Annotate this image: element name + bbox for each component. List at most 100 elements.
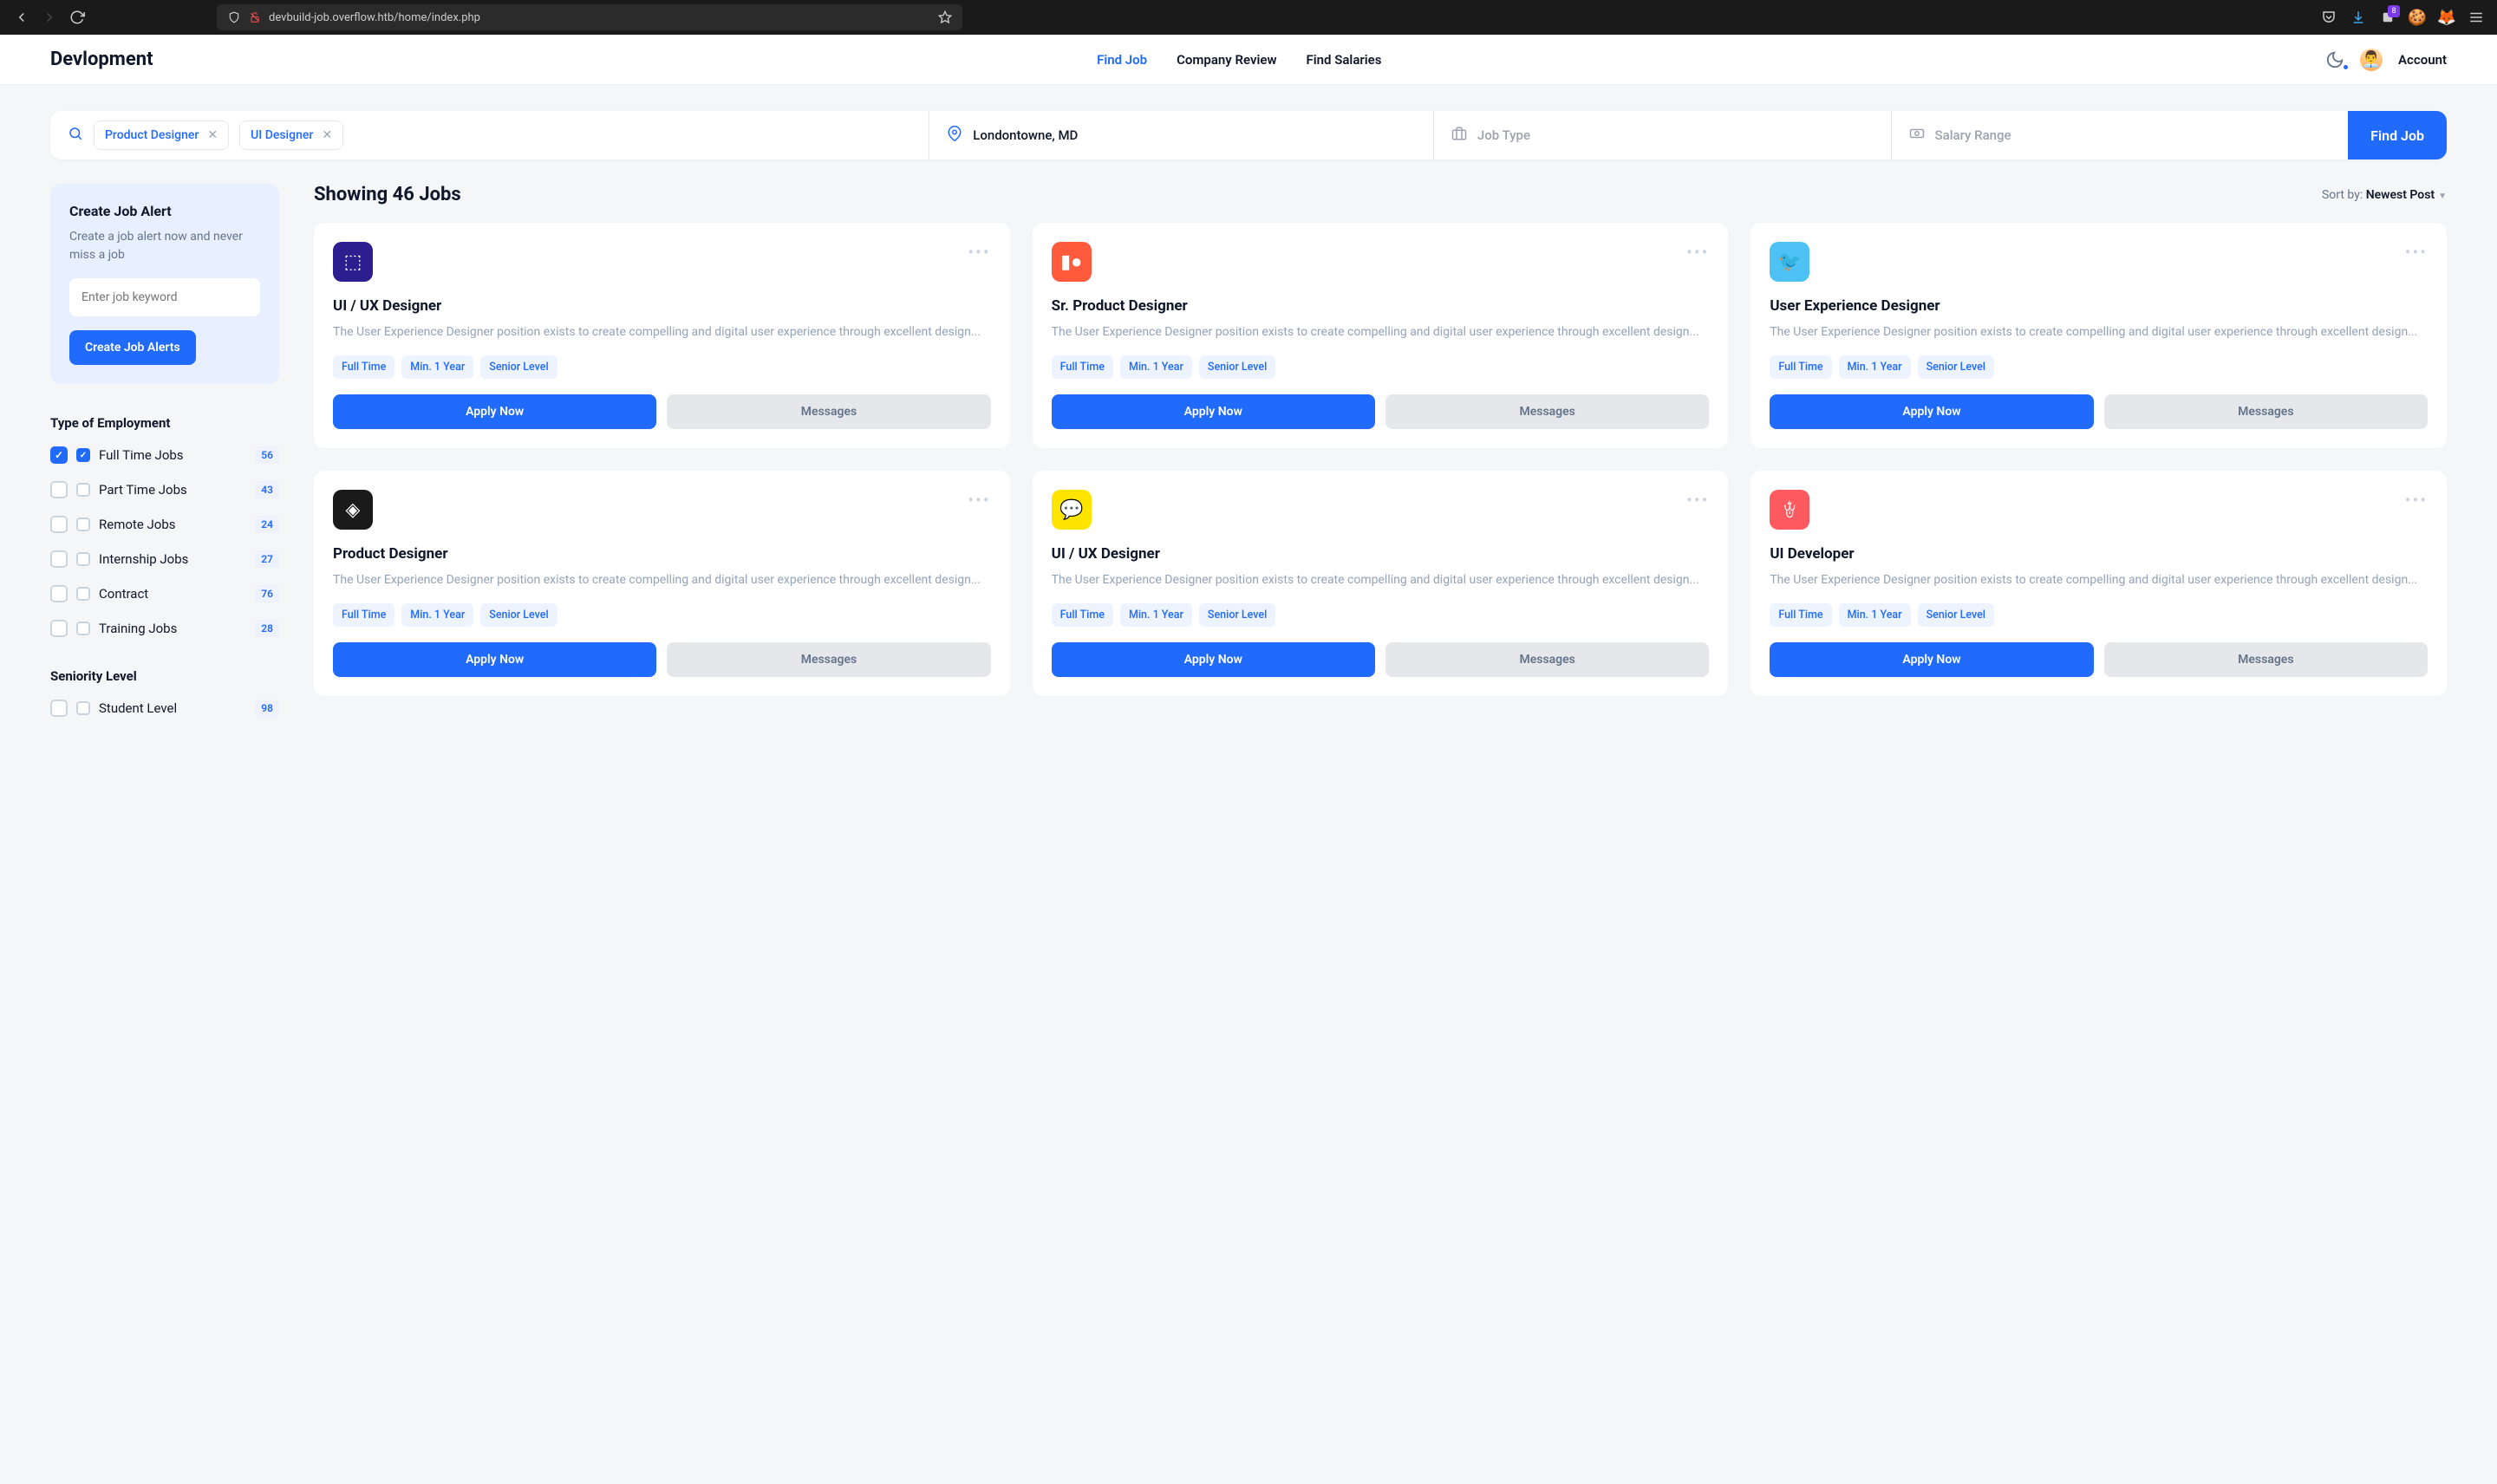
filter-row[interactable]: Part Time Jobs43 (50, 481, 279, 498)
checkbox-outer[interactable] (50, 700, 68, 717)
site-header: Devlopment Find Job Company Review Find … (0, 35, 2497, 85)
card-menu-icon[interactable]: ••• (2405, 242, 2428, 263)
card-menu-icon[interactable]: ••• (1686, 490, 1709, 511)
filter-label: Remote Jobs (99, 517, 246, 532)
job-description: The User Experience Designer position ex… (1770, 323, 2428, 342)
briefcase-icon (1451, 126, 1467, 145)
job-tag: Senior Level (1918, 603, 1994, 627)
company-icon: ꄃ (1770, 490, 1809, 530)
apply-button[interactable]: Apply Now (1052, 394, 1375, 429)
nav-company-review[interactable]: Company Review (1177, 52, 1276, 68)
checkbox-outer[interactable] (50, 481, 68, 498)
chrome-right: 8 🍪 🦊 (2320, 9, 2485, 26)
dark-mode-toggle[interactable] (2325, 50, 2344, 69)
job-title: UI Developer (1770, 545, 2428, 563)
job-tag-row: Full TimeMin. 1 YearSenior Level (1052, 355, 1710, 379)
search-tag-label: Product Designer (105, 128, 199, 142)
sort-value: Newest Post (2366, 188, 2435, 202)
apply-button[interactable]: Apply Now (333, 394, 656, 429)
results-header: Showing 46 Jobs Sort by: Newest Post▼ (314, 184, 2447, 205)
url-bar[interactable]: devbuild-job.overflow.htb/home/index.php (217, 4, 962, 30)
apply-button[interactable]: Apply Now (333, 642, 656, 677)
button-row: Apply Now Messages (1052, 642, 1710, 677)
download-icon[interactable] (2350, 9, 2367, 26)
search-jobtype-segment[interactable]: Job Type (1434, 111, 1892, 159)
card-menu-icon[interactable]: ••• (1686, 242, 1709, 263)
site-logo[interactable]: Devlopment (50, 49, 153, 70)
messages-button[interactable]: Messages (667, 642, 990, 677)
hamburger-menu-icon[interactable] (2468, 9, 2485, 26)
card-menu-icon[interactable]: ••• (2405, 490, 2428, 511)
create-alert-button[interactable]: Create Job Alerts (69, 330, 196, 365)
job-tag: Full Time (1052, 603, 1113, 627)
checkbox-inner[interactable] (76, 448, 90, 462)
checkbox-outer[interactable] (50, 516, 68, 533)
filter-count: 24 (255, 516, 279, 533)
search-tag[interactable]: UI Designer ✕ (239, 120, 343, 150)
bookmark-star-icon[interactable] (938, 10, 952, 24)
back-button[interactable] (12, 8, 31, 27)
filter-count: 43 (255, 481, 279, 498)
card-menu-icon[interactable]: ••• (968, 242, 990, 263)
filter-count: 76 (255, 585, 279, 602)
reload-button[interactable] (68, 8, 87, 27)
apply-button[interactable]: Apply Now (1770, 394, 2093, 429)
filter-row[interactable]: Student Level98 (50, 700, 279, 717)
job-tag: Min. 1 Year (1839, 603, 1911, 627)
filter-count: 28 (255, 620, 279, 637)
apply-button[interactable]: Apply Now (1770, 642, 2093, 677)
job-tag: Min. 1 Year (1120, 603, 1192, 627)
url-text: devbuild-job.overflow.htb/home/index.php (269, 11, 931, 24)
messages-button[interactable]: Messages (667, 394, 990, 429)
checkbox-inner[interactable] (76, 587, 90, 601)
extension-icon[interactable]: 8 (2379, 9, 2396, 26)
forward-button[interactable] (40, 8, 59, 27)
profile-cookie-icon[interactable]: 🍪 (2409, 9, 2426, 26)
sort-dropdown[interactable]: Sort by: Newest Post▼ (2322, 188, 2447, 202)
checkbox-outer[interactable] (50, 620, 68, 637)
checkbox-outer[interactable] (50, 550, 68, 568)
messages-button[interactable]: Messages (2104, 642, 2428, 677)
filter-row[interactable]: Remote Jobs 24 (50, 516, 279, 533)
checkbox-outer[interactable] (50, 446, 68, 464)
filter-row[interactable]: Internship Jobs27 (50, 550, 279, 568)
checkbox-inner[interactable] (76, 517, 90, 531)
alert-keyword-input[interactable] (69, 278, 260, 316)
button-row: Apply Now Messages (1770, 394, 2428, 429)
location-pin-icon (947, 126, 962, 145)
checkbox-inner[interactable] (76, 552, 90, 566)
job-card: ⬚•••UI / UX DesignerThe User Experience … (314, 223, 1010, 448)
remove-tag-icon[interactable]: ✕ (207, 128, 218, 142)
pocket-icon[interactable] (2320, 9, 2337, 26)
messages-button[interactable]: Messages (1385, 642, 1709, 677)
account-link[interactable]: Account (2398, 52, 2447, 68)
checkbox-inner[interactable] (76, 622, 90, 635)
filter-row[interactable]: Full Time Jobs56 (50, 446, 279, 464)
profile-avatar-icon[interactable]: 🦊 (2438, 9, 2455, 26)
search-salary-segment[interactable]: Salary Range (1892, 111, 2349, 159)
filter-count: 56 (255, 446, 279, 464)
nav-find-job[interactable]: Find Job (1097, 52, 1147, 68)
filter-row[interactable]: Contract76 (50, 585, 279, 602)
button-row: Apply Now Messages (1770, 642, 2428, 677)
search-tag[interactable]: Product Designer ✕ (94, 120, 229, 150)
main-nav: Find Job Company Review Find Salaries (1097, 52, 1381, 68)
apply-button[interactable]: Apply Now (1052, 642, 1375, 677)
nav-find-salaries[interactable]: Find Salaries (1307, 52, 1382, 68)
job-description: The User Experience Designer position ex… (1052, 571, 1710, 589)
messages-button[interactable]: Messages (2104, 394, 2428, 429)
card-menu-icon[interactable]: ••• (968, 490, 990, 511)
filter-row[interactable]: Training Jobs28 (50, 620, 279, 637)
checkbox-outer[interactable] (50, 585, 68, 602)
checkbox-inner[interactable] (76, 701, 90, 715)
checkbox-inner[interactable] (76, 483, 90, 497)
messages-button[interactable]: Messages (1385, 394, 1709, 429)
find-job-button[interactable]: Find Job (2348, 111, 2447, 159)
job-card: ◈•••Product DesignerThe User Experience … (314, 471, 1010, 696)
job-tag: Full Time (333, 603, 394, 627)
job-title: Product Designer (333, 545, 991, 563)
user-avatar[interactable]: 👨‍💼 (2360, 49, 2383, 71)
search-location-segment[interactable]: Londontowne, MD (929, 111, 1434, 159)
remove-tag-icon[interactable]: ✕ (322, 128, 332, 142)
search-keywords-segment[interactable]: Product Designer ✕ UI Designer ✕ (50, 111, 929, 159)
